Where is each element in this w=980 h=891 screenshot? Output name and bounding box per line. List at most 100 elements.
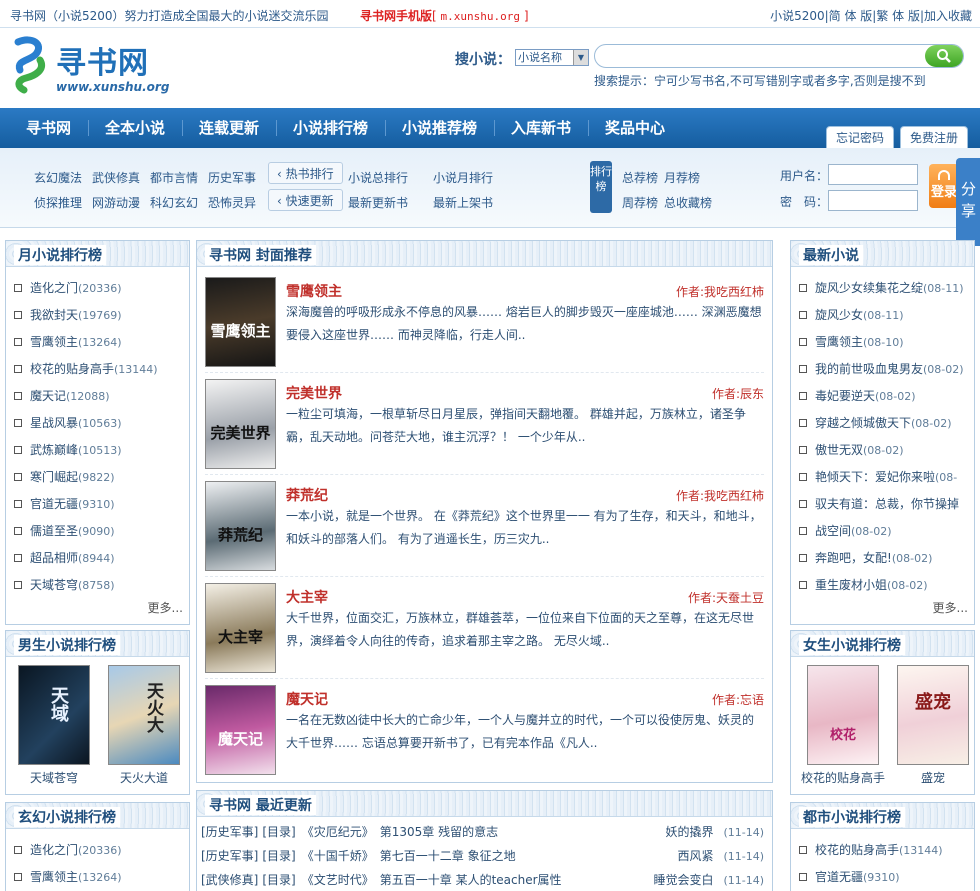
list-item[interactable]: 校花的贴身高手(13144) [799, 841, 943, 857]
rank-link[interactable]: 月荐榜 [664, 169, 700, 186]
genre-link[interactable]: 恐怖灵异 [208, 194, 256, 211]
rank-link[interactable]: 最新更新书 [348, 194, 408, 211]
update-chapter[interactable]: 第七百一十二章 象征之地 [380, 849, 516, 863]
list-item[interactable]: 官道无疆(9310) [799, 868, 900, 884]
login-button[interactable]: 登录 [929, 164, 959, 208]
top-links[interactable]: 小说5200|简 体 版|繁 体 版|加入收藏 [770, 7, 972, 24]
item-title[interactable]: 旋风少女续集花之绽 [815, 281, 923, 295]
nav-new-books[interactable]: 入库新书 [511, 108, 571, 148]
book-author[interactable]: 作者:我吃西红柿 [676, 487, 764, 504]
rank-link[interactable]: 小说月排行 [433, 169, 493, 186]
book-title[interactable]: 完美世界 [286, 383, 342, 403]
more-link[interactable]: 更多... [933, 599, 968, 616]
rank-link[interactable]: 小说总排行 [348, 169, 408, 186]
book-cover[interactable]: 大主宰 [205, 583, 276, 673]
nav-rank[interactable]: 小说排行榜 [293, 108, 368, 148]
list-item[interactable]: 儒道至圣(9090) [14, 522, 115, 538]
item-title[interactable]: 驭夫有道：总裁，你节操掉 [815, 497, 959, 511]
book-title[interactable]: 莽荒纪 [286, 485, 328, 505]
list-item[interactable]: 武炼巅峰(10513) [14, 441, 122, 457]
item-title[interactable]: 造化之门 [30, 843, 78, 857]
update-book[interactable]: 《灾厄纪元》 [302, 825, 374, 839]
item-title[interactable]: 超品相师 [30, 551, 78, 565]
list-item[interactable]: 驭夫有道：总裁，你节操掉 [799, 495, 959, 511]
fast-update-pill[interactable]: ‹ 快速更新 [268, 189, 343, 211]
list-item[interactable]: 我欲封天(19769) [14, 306, 122, 322]
list-item[interactable]: 雪鹰领主(08-10) [799, 333, 904, 349]
list-item[interactable]: 超品相师(8944) [14, 549, 115, 565]
item-title[interactable]: 毒妃要逆天 [815, 389, 875, 403]
rank-link[interactable]: 周荐榜 [622, 194, 658, 211]
list-item[interactable]: 星战风暴(10563) [14, 414, 122, 430]
genre-link[interactable]: 历史军事 [208, 169, 256, 186]
search-input[interactable] [594, 44, 964, 68]
genre-link[interactable]: 侦探推理 [34, 194, 82, 211]
item-title[interactable]: 天域苍穹 [30, 578, 78, 592]
rank-link[interactable]: 总收藏榜 [664, 194, 712, 211]
update-book[interactable]: 《文艺时代》 [302, 873, 374, 887]
forgot-password-tab[interactable]: 忘记密码 [826, 126, 894, 148]
list-item[interactable]: 我的前世吸血鬼男友(08-02) [799, 360, 964, 376]
item-title[interactable]: 寒门崛起 [30, 470, 78, 484]
book-title[interactable]: 魔天记 [286, 689, 328, 709]
update-dir[interactable]: [目录] [262, 873, 295, 887]
item-title[interactable]: 雪鹰领主 [30, 870, 78, 884]
list-item[interactable]: 雪鹰领主(13264) [14, 868, 122, 884]
update-chapter[interactable]: 第1305章 残留的意志 [380, 825, 498, 839]
item-title[interactable]: 儒道至圣 [30, 524, 78, 538]
list-item[interactable]: 官道无疆(9310) [14, 495, 115, 511]
more-link[interactable]: 更多... [148, 599, 183, 616]
nav-prizes[interactable]: 奖品中心 [605, 108, 665, 148]
book-cover[interactable]: 天火大 [108, 665, 180, 765]
item-title[interactable]: 傲世无双 [815, 443, 863, 457]
list-item[interactable]: 造化之门(20336) [14, 841, 122, 857]
book-cover[interactable]: 天域 [18, 665, 90, 765]
book-cover[interactable]: 盛宠 [897, 665, 969, 765]
nav-home[interactable]: 寻书网 [26, 108, 71, 148]
search-type-select[interactable]: 小说名称 ▼ [515, 49, 589, 66]
genre-link[interactable]: 都市言情 [150, 169, 198, 186]
book-cover[interactable]: 莽荒纪 [205, 481, 276, 571]
list-item[interactable]: 毒妃要逆天(08-02) [799, 387, 916, 403]
list-item[interactable]: 战空间(08-02) [799, 522, 892, 538]
item-title[interactable]: 奔跑吧，女配! [815, 551, 892, 565]
item-title[interactable]: 艳倾天下：爱妃你来啦 [815, 470, 935, 484]
item-title[interactable]: 官道无疆 [30, 497, 78, 511]
list-item[interactable]: 穿越之倾城傲天下(08-02) [799, 414, 952, 430]
item-title[interactable]: 星战风暴 [30, 416, 78, 430]
list-item[interactable]: 重生废材小姐(08-02) [799, 576, 928, 592]
update-row[interactable]: [历史军事] [目录] 《十国千娇》 第七百一十二章 象征之地 西风紧 (11-14) [201, 847, 764, 865]
list-item[interactable]: 魔天记(12088) [14, 387, 110, 403]
update-book[interactable]: 《十国千娇》 [302, 849, 374, 863]
book-cover[interactable]: 校花 [807, 665, 879, 765]
list-item[interactable]: 天域苍穹(8758) [14, 576, 115, 592]
nav-recommend[interactable]: 小说推荐榜 [402, 108, 477, 148]
share-button[interactable]: 分享 [956, 158, 980, 246]
book-caption[interactable]: 校花的贴身高手 [795, 769, 891, 786]
update-author[interactable]: 西风紧 [677, 849, 713, 863]
book-author[interactable]: 作者:忘语 [712, 691, 764, 708]
update-row[interactable]: [历史军事] [目录] 《灾厄纪元》 第1305章 残留的意志 妖的撬界 (11-14) [201, 823, 764, 841]
book-cover[interactable]: 完美世界 [205, 379, 276, 469]
list-item[interactable]: 艳倾天下：爱妃你来啦(08- [799, 468, 957, 484]
book-cover[interactable]: 魔天记 [205, 685, 276, 775]
register-tab[interactable]: 免费注册 [900, 126, 968, 148]
item-title[interactable]: 我欲封天 [30, 308, 78, 322]
book-title[interactable]: 雪鹰领主 [286, 281, 342, 301]
book-caption[interactable]: 天域苍穹 [12, 769, 96, 786]
item-title[interactable]: 魔天记 [30, 389, 66, 403]
genre-link[interactable]: 网游动漫 [92, 194, 140, 211]
update-author[interactable]: 睡觉会变白 [653, 873, 713, 887]
item-title[interactable]: 校花的贴身高手 [30, 362, 114, 376]
update-dir[interactable]: [目录] [262, 849, 295, 863]
list-item[interactable]: 校花的贴身高手(13144) [14, 360, 158, 376]
list-item[interactable]: 旋风少女续集花之绽(08-11) [799, 279, 964, 295]
update-author[interactable]: 妖的撬界 [665, 825, 713, 839]
update-row[interactable]: [武侠修真] [目录] 《文艺时代》 第五百一十章 某人的teacher属性 睡觉会变白… [201, 871, 764, 889]
item-title[interactable]: 官道无疆 [815, 870, 863, 884]
book-title[interactable]: 大主宰 [286, 587, 328, 607]
book-author[interactable]: 作者:我吃西红柿 [676, 283, 764, 300]
update-dir[interactable]: [目录] [262, 825, 295, 839]
item-title[interactable]: 旋风少女 [815, 308, 863, 322]
rank-link[interactable]: 总荐榜 [622, 169, 658, 186]
